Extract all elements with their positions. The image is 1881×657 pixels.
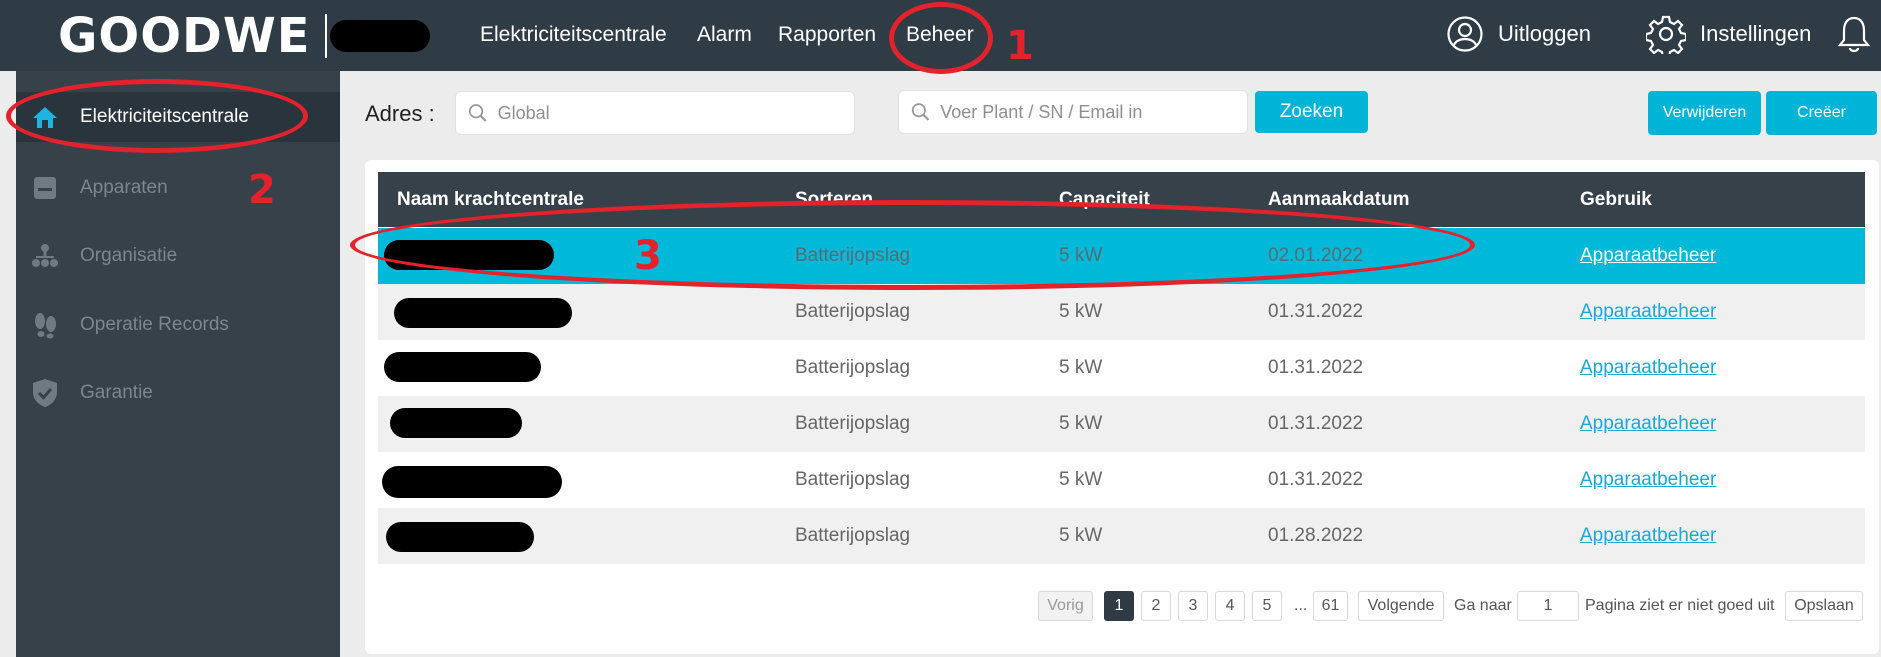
settings-button[interactable]: Instellingen (1646, 14, 1811, 54)
nav-elektriciteitscentrale[interactable]: Elektriciteitscentrale (480, 22, 667, 48)
org-tree-icon (30, 241, 60, 271)
settings-label: Instellingen (1700, 21, 1812, 46)
address-filter[interactable] (455, 91, 855, 135)
redacted-plant-name (390, 408, 522, 438)
pagination-page-1[interactable]: 1 (1104, 591, 1134, 621)
redacted-plant-name (382, 466, 562, 498)
plant-created-date: 01.31.2022 (1268, 357, 1364, 378)
sidebar-item-label: Garantie (80, 382, 153, 403)
plant-type: Batterijopslag (795, 525, 911, 546)
plant-capacity: 5 kW (1059, 413, 1103, 434)
user-circle-icon (1447, 16, 1483, 52)
sidebar-item-label: Apparaten (80, 177, 168, 198)
device-management-link[interactable]: Apparaatbeheer (1580, 413, 1716, 435)
device-management-link[interactable]: Apparaatbeheer (1580, 301, 1716, 323)
column-header-usage[interactable]: Gebruik (1580, 189, 1652, 211)
create-button[interactable]: Creëer (1766, 91, 1877, 135)
plant-created-date: 01.31.2022 (1268, 301, 1364, 322)
redacted-plant-name (386, 522, 534, 552)
annotation-number-1: 1 (1006, 23, 1034, 69)
sidebar-item-apparaten[interactable]: Apparaten (16, 163, 340, 213)
pagination-page-5[interactable]: 5 (1252, 591, 1282, 621)
logout-label: Uitloggen (1498, 21, 1591, 46)
search-icon (468, 104, 487, 122)
goodwe-logo[interactable]: GOODWE (58, 10, 311, 62)
plant-created-date: 01.28.2022 (1268, 525, 1364, 546)
search-button[interactable]: Zoeken (1255, 91, 1368, 133)
logout-button[interactable]: Uitloggen (1446, 14, 1591, 54)
save-button[interactable]: Opslaan (1785, 591, 1863, 621)
table-row[interactable]: Batterijopslag 5 kW 01.28.2022 Apparaatb… (378, 508, 1865, 564)
plant-search-field[interactable] (898, 90, 1248, 134)
sidebar-item-organisatie[interactable]: Organisatie (16, 231, 340, 281)
plant-type: Batterijopslag (795, 413, 911, 434)
plant-type: Batterijopslag (795, 301, 911, 322)
bell-icon[interactable] (1836, 14, 1872, 54)
sidebar-item-label: Operatie Records (80, 314, 229, 335)
annotation-number-2: 2 (248, 167, 276, 213)
plant-capacity: 5 kW (1059, 525, 1103, 546)
plant-capacity: 5 kW (1059, 357, 1103, 378)
redacted-account-name (330, 20, 430, 52)
device-management-link[interactable]: Apparaatbeheer (1580, 357, 1716, 379)
sidebar-item-label: Organisatie (80, 245, 178, 266)
sidebar: Elektriciteitscentrale Apparaten Organis… (16, 71, 340, 657)
pagination-page-last[interactable]: 61 (1313, 591, 1348, 621)
pagination-next-button[interactable]: Volgende (1358, 591, 1444, 621)
plant-capacity: 5 kW (1059, 301, 1103, 322)
plant-search-input[interactable] (938, 100, 1247, 124)
nav-rapporten[interactable]: Rapporten (778, 22, 876, 48)
address-input[interactable] (495, 101, 854, 125)
annotation-ellipse-sidebar (6, 79, 308, 153)
plant-type: Batterijopslag (795, 469, 911, 490)
table-row[interactable]: Batterijopslag 5 kW 01.31.2022 Apparaatb… (378, 340, 1865, 396)
annotation-ellipse-beheer (889, 2, 993, 74)
table-row[interactable]: Batterijopslag 5 kW 01.31.2022 Apparaatb… (378, 284, 1865, 340)
pagination-page-3[interactable]: 3 (1178, 591, 1208, 621)
page-display-issue-label: Pagina ziet er niet goed uit (1585, 597, 1775, 614)
device-management-link[interactable]: Apparaatbeheer (1580, 525, 1716, 547)
logo-divider (325, 14, 327, 58)
nav-alarm[interactable]: Alarm (697, 22, 752, 48)
device-management-link[interactable]: Apparaatbeheer (1580, 469, 1716, 491)
gear-icon (1646, 15, 1686, 54)
address-label: Adres : (365, 101, 435, 126)
redacted-plant-name (394, 298, 572, 328)
device-icon (30, 173, 60, 203)
search-icon (911, 103, 930, 121)
pagination-prev-button[interactable]: Vorig (1038, 591, 1093, 621)
table-row[interactable]: Batterijopslag 5 kW 01.31.2022 Apparaatb… (378, 452, 1865, 508)
redacted-plant-name (384, 352, 541, 382)
goto-label: Ga naar (1454, 597, 1512, 614)
delete-button[interactable]: Verwijderen (1648, 91, 1761, 135)
sidebar-item-garantie[interactable]: Garantie (16, 368, 340, 418)
footprints-icon (30, 310, 60, 340)
annotation-ellipse-row (350, 200, 1475, 290)
plant-capacity: 5 kW (1059, 469, 1103, 490)
shield-check-icon (30, 378, 60, 408)
goto-page-input[interactable]: 1 (1517, 591, 1579, 621)
plant-type: Batterijopslag (795, 357, 911, 378)
column-header-date[interactable]: Aanmaakdatum (1268, 189, 1410, 211)
device-management-link[interactable]: Apparaatbeheer (1580, 245, 1716, 267)
table-row[interactable]: Batterijopslag 5 kW 01.31.2022 Apparaatb… (378, 396, 1865, 452)
plant-created-date: 01.31.2022 (1268, 413, 1364, 434)
pagination-page-2[interactable]: 2 (1141, 591, 1171, 621)
pagination-ellipsis: ... (1294, 597, 1308, 614)
annotation-number-3: 3 (634, 233, 662, 279)
sidebar-item-operatie-records[interactable]: Operatie Records (16, 300, 340, 350)
plant-created-date: 01.31.2022 (1268, 469, 1364, 490)
pagination-page-4[interactable]: 4 (1215, 591, 1245, 621)
column-header-name[interactable]: Naam krachtcentrale (397, 189, 584, 211)
